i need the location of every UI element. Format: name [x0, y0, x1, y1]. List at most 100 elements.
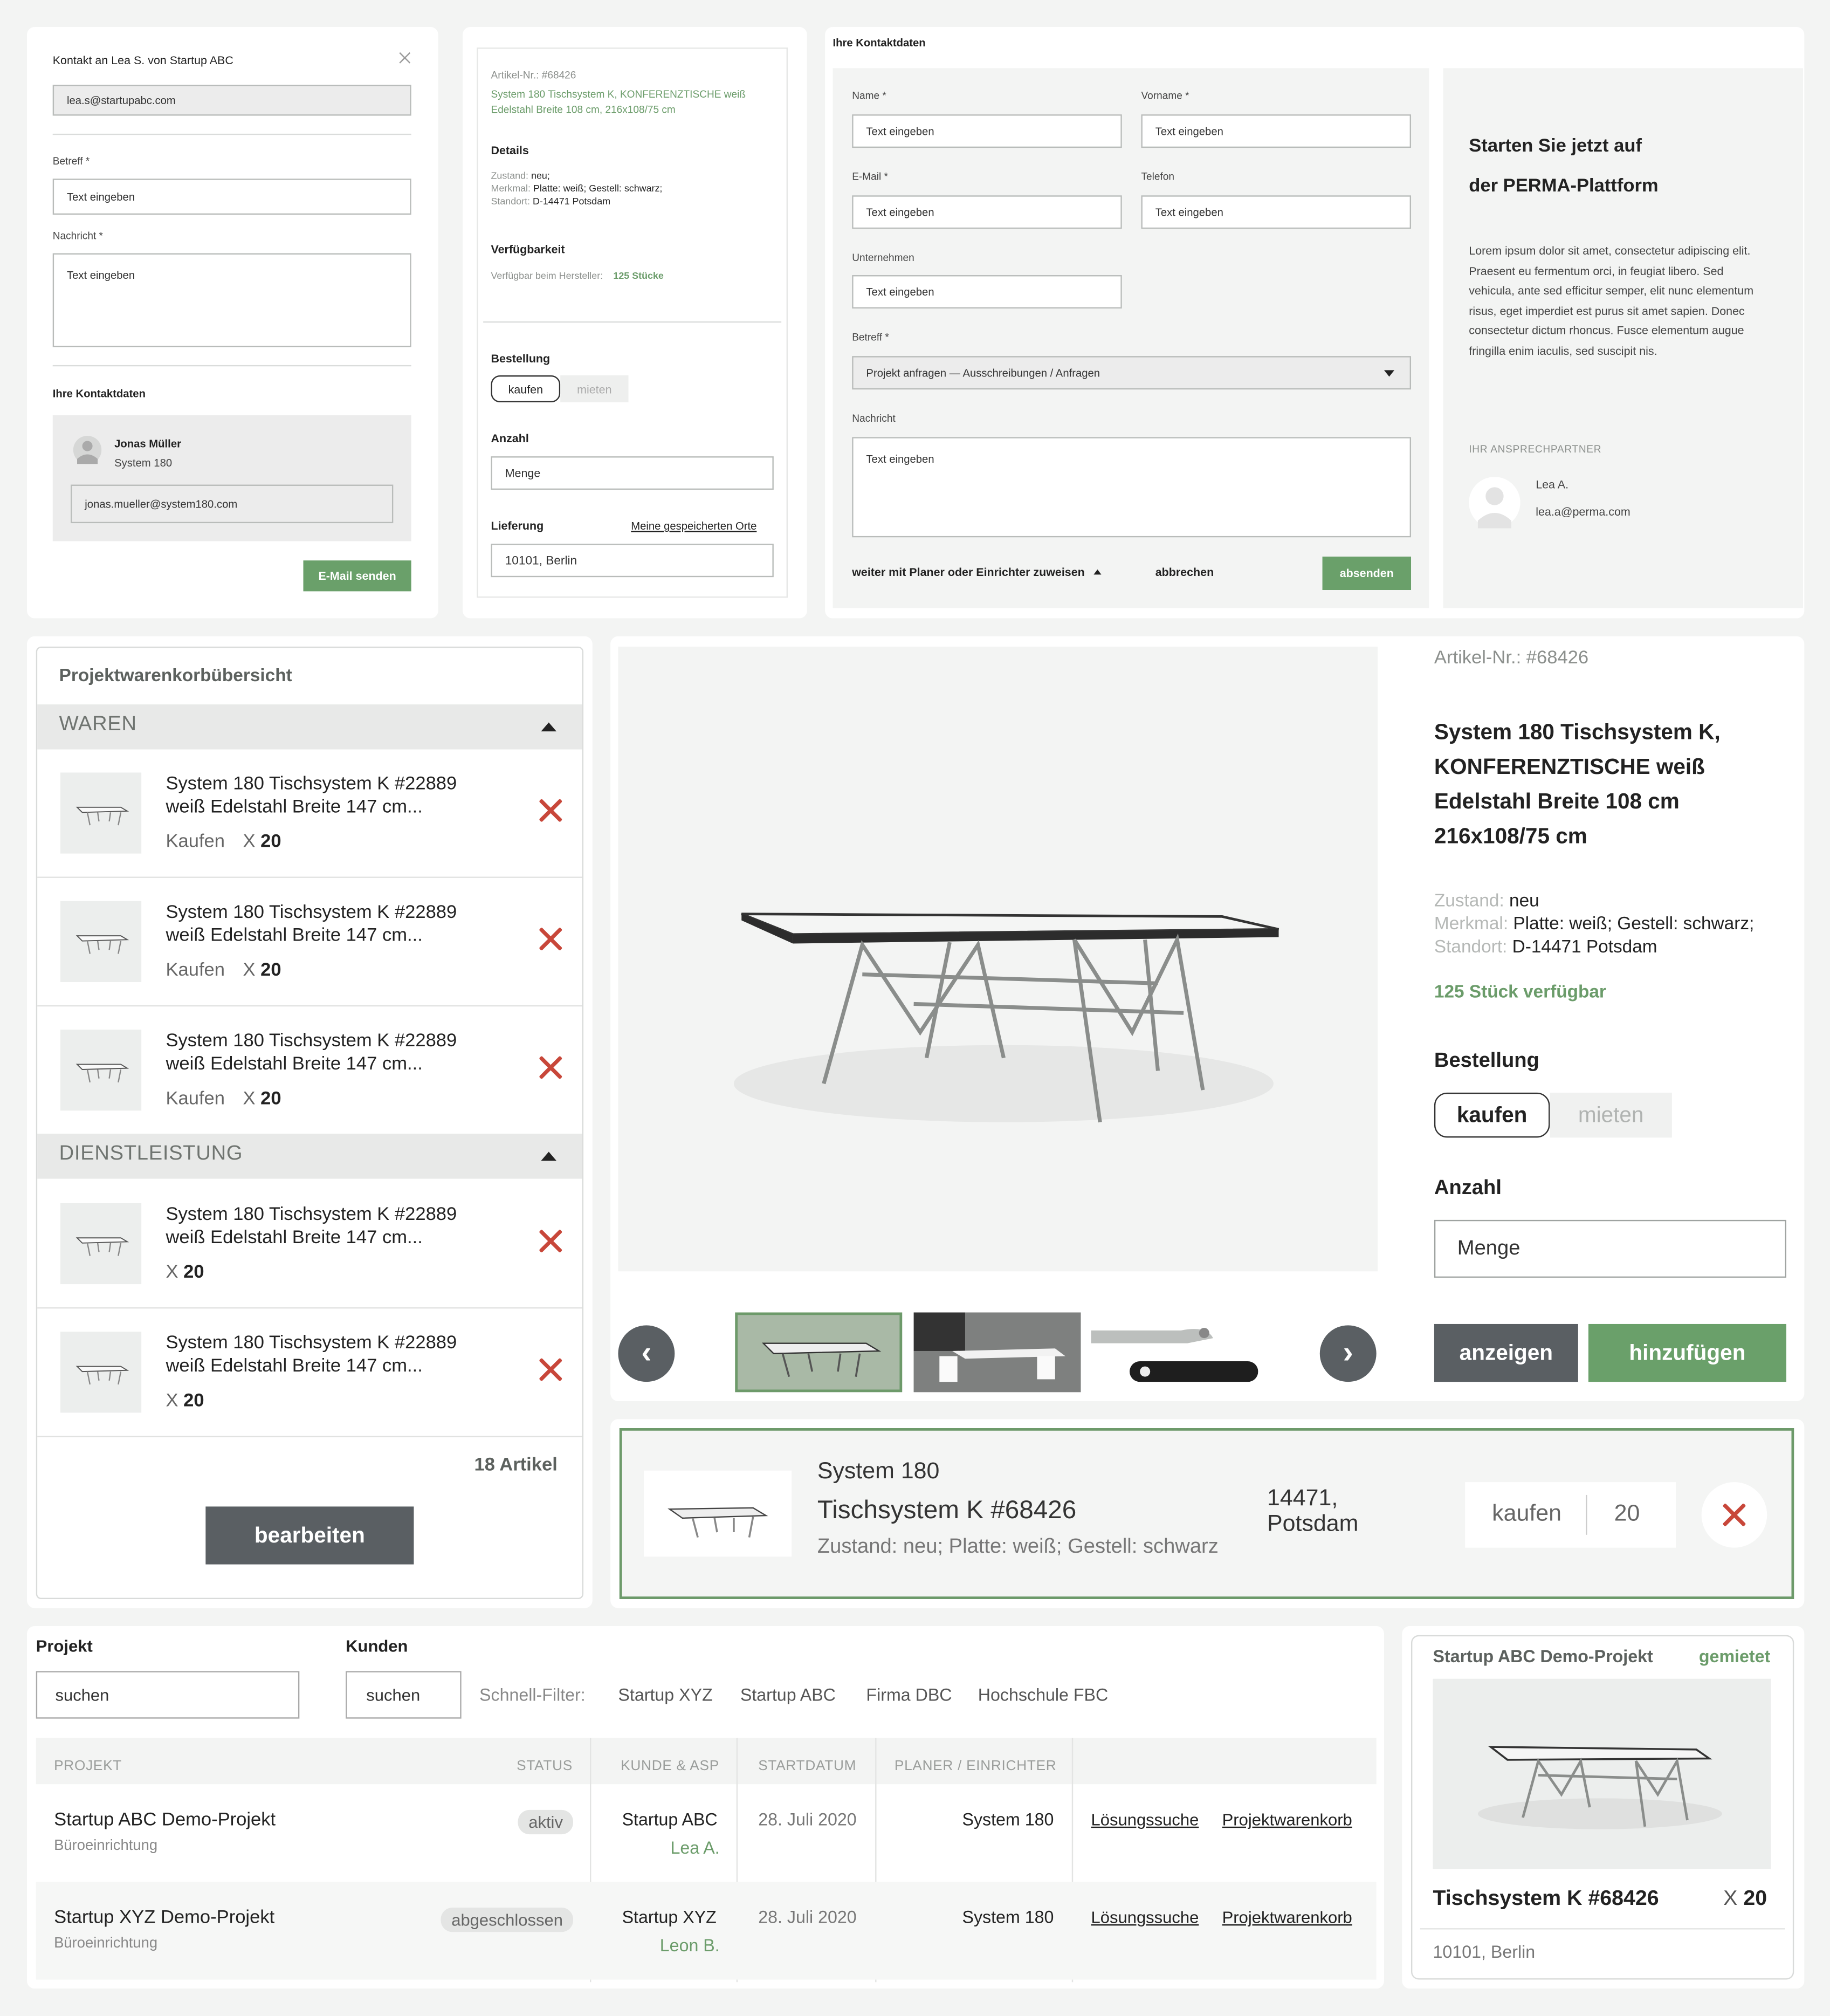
subject-input[interactable]: Text eingeben	[52, 179, 411, 215]
availability: 125 Stück verfügbar	[1434, 980, 1606, 1002]
email-label: E-Mail *	[852, 170, 888, 183]
quantity-input[interactable]: Menge	[491, 456, 774, 490]
details-standort: Standort: D-14471 Potsdam	[1434, 935, 1657, 958]
cart-line-quantity-box[interactable]: kaufen 20	[1465, 1482, 1676, 1548]
project-name[interactable]: Startup ABC Demo-Projekt	[54, 1810, 276, 1830]
header-status: STATUS	[517, 1758, 573, 1774]
name-input[interactable]: Text eingeben	[852, 114, 1122, 148]
cart-item-thumbnail	[60, 1332, 142, 1413]
header-project: PROJEKT	[54, 1758, 122, 1774]
qty-value: 20	[183, 1262, 204, 1283]
rent-toggle[interactable]: mieten	[560, 375, 629, 403]
cart-item-title-line1: System 180 Tischsystem K #22889	[166, 773, 457, 794]
filter-firma-dbc[interactable]: Firma DBC	[866, 1685, 952, 1705]
close-icon	[1721, 1501, 1746, 1527]
qty-value: 20	[260, 832, 281, 853]
add-button[interactable]: hinzufügen	[1588, 1324, 1786, 1382]
cart-title: Projektwarenkorbübersicht	[59, 664, 292, 685]
project-cart-link[interactable]: Projektwarenkorb	[1222, 1810, 1352, 1829]
cancel-link[interactable]: abbrechen	[1155, 566, 1214, 579]
prev-button[interactable]: ‹	[618, 1325, 675, 1382]
section-service-bar[interactable]: DIENSTLEISTUNG	[37, 1134, 582, 1179]
saved-places-link[interactable]: Meine gespeicherten Orte	[631, 519, 756, 532]
customer-search-input[interactable]: suchen	[346, 1671, 462, 1719]
caret-up-icon	[1093, 569, 1101, 575]
qty-prefix: X	[166, 1262, 178, 1283]
rent-toggle[interactable]: mieten	[1550, 1092, 1672, 1138]
phone-input[interactable]: Text eingeben	[1141, 195, 1412, 229]
cart-item-title-line1: System 180 Tischsystem K #22889	[166, 1031, 457, 1052]
close-icon[interactable]	[537, 1356, 563, 1382]
cart-item-qty-line: X 20	[166, 1263, 204, 1283]
cart-line-thumb	[644, 1470, 792, 1557]
section-goods-bar[interactable]: WAREN	[37, 704, 582, 750]
project-card-title: Startup ABC Demo-Projekt	[1433, 1647, 1653, 1666]
filter-hochschule-fbc[interactable]: Hochschule FBC	[978, 1685, 1108, 1705]
message-label: Nachricht	[852, 413, 896, 424]
table-row[interactable]: Startup XYZ Demo-Projekt Büroeinrichtung…	[36, 1882, 1377, 1980]
customer-name: Startup XYZ	[622, 1908, 717, 1927]
merkmal-label: Merkmal:	[491, 182, 531, 194]
contact-email-field[interactable]: jonas.mueller@system180.com	[71, 484, 394, 524]
next-button[interactable]: ›	[1319, 1325, 1377, 1382]
merkmal-value: Platte: weiß; Gestell: schwarz;	[1513, 913, 1755, 934]
customer-contact: Leon B.	[659, 1936, 720, 1956]
promo-heading-2: der PERMA-Plattform	[1469, 176, 1659, 197]
project-card-product: Tischsystem K #68426	[1433, 1887, 1659, 1910]
phone-label: Telefon	[1141, 170, 1174, 183]
edit-button[interactable]: bearbeiten	[205, 1506, 414, 1565]
availability-value: 125 Stücke	[613, 270, 664, 282]
thumbnail-1[interactable]	[735, 1312, 903, 1393]
cart-line-qty[interactable]: 20	[1614, 1500, 1640, 1527]
thumbnail-3[interactable]	[1091, 1312, 1258, 1393]
filter-startup-xyz[interactable]: Startup XYZ	[618, 1685, 712, 1705]
assign-planner-link[interactable]: weiter mit Planer oder Einrichter zuweis…	[852, 566, 1101, 579]
message-textarea[interactable]: Text eingeben	[852, 437, 1412, 538]
close-icon[interactable]	[537, 925, 563, 951]
cart-line-mode[interactable]: kaufen	[1492, 1500, 1561, 1527]
partner-name: Lea A.	[1536, 478, 1569, 491]
qty-value: 20	[1743, 1887, 1767, 1910]
message-textarea[interactable]: Text eingeben	[52, 253, 411, 347]
partner-email[interactable]: lea.a@perma.com	[1536, 505, 1631, 518]
start-date: 28. Juli 2020	[758, 1908, 857, 1927]
buy-toggle[interactable]: kaufen	[1434, 1092, 1550, 1138]
solution-search-link[interactable]: Lösungssuche	[1091, 1810, 1199, 1829]
close-icon[interactable]	[537, 1054, 563, 1080]
buy-toggle[interactable]: kaufen	[491, 375, 561, 403]
show-button[interactable]: anzeigen	[1434, 1324, 1578, 1382]
contact-company: System 180	[114, 456, 173, 469]
thumbnail-2[interactable]	[913, 1312, 1081, 1393]
remove-button[interactable]	[1701, 1482, 1767, 1548]
partner-heading: IHR ANSPRECHPARTNER	[1469, 443, 1602, 455]
availability-row: Verfügbar beim Hersteller: 125 Stücke	[491, 270, 663, 282]
product-title-line2: Edelstahl Breite 108 cm, 216x108/75 cm	[491, 104, 676, 116]
table-row[interactable]: Startup ABC Demo-Projekt Büroeinrichtung…	[36, 1784, 1377, 1882]
quantity-input[interactable]: Menge	[1434, 1219, 1786, 1278]
close-icon[interactable]	[537, 797, 563, 823]
header-customer: KUNDE & ASP	[621, 1758, 719, 1774]
project-name[interactable]: Startup XYZ Demo-Projekt	[54, 1908, 274, 1928]
delivery-input[interactable]: 10101, Berlin	[491, 544, 774, 578]
product-title-line: Edelstahl Breite 108 cm	[1434, 789, 1680, 814]
close-icon[interactable]	[397, 49, 412, 65]
close-icon[interactable]	[537, 1228, 563, 1253]
project-filter-label: Projekt	[36, 1636, 93, 1656]
submit-button[interactable]: absenden	[1322, 557, 1412, 590]
project-search-input[interactable]: suchen	[36, 1671, 300, 1719]
cart-item: System 180 Tischsystem K #22889 weiß Ede…	[37, 750, 582, 878]
product-title-line: 216x108/75 cm	[1434, 824, 1587, 849]
subject-select[interactable]: Projekt anfragen — Ausschreibungen / Anf…	[852, 356, 1412, 390]
send-email-button[interactable]: E-Mail senden	[303, 560, 411, 592]
qty-prefix: X	[243, 960, 256, 981]
zustand-label: Zustand:	[1434, 889, 1504, 910]
product-title: System 180 Tischsystem K, KONFERENZTISCH…	[1434, 715, 1721, 853]
email-input[interactable]: Text eingeben	[852, 195, 1122, 229]
cart-line-card: System 180 Tischsystem K #68426 Zustand:…	[610, 1419, 1805, 1608]
product-image-area	[618, 646, 1378, 1272]
solution-search-link[interactable]: Lösungssuche	[1091, 1908, 1199, 1927]
filter-startup-abc[interactable]: Startup ABC	[740, 1685, 836, 1705]
company-input[interactable]: Text eingeben	[852, 275, 1122, 309]
project-cart-link[interactable]: Projektwarenkorb	[1222, 1908, 1352, 1927]
firstname-input[interactable]: Text eingeben	[1141, 114, 1412, 148]
